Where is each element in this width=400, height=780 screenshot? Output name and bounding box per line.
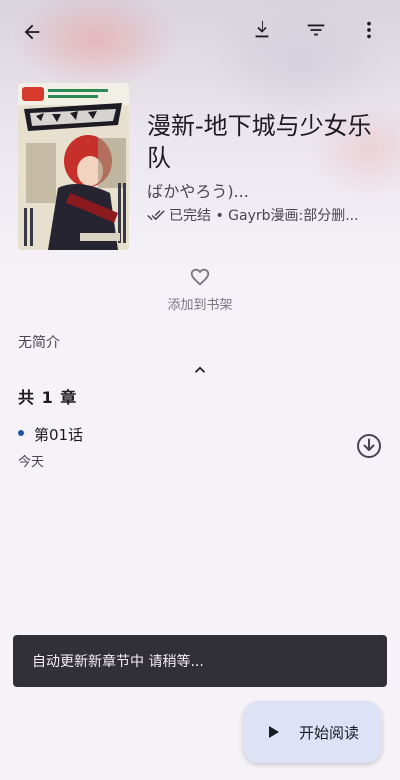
- done-all-icon: [147, 210, 165, 221]
- snackbar-text: 自动更新新章节中 请稍等...: [32, 654, 204, 670]
- download-button[interactable]: [244, 12, 280, 48]
- manga-title: 漫新-地下城与少女乐队: [147, 112, 372, 172]
- collapse-description-button[interactable]: [190, 360, 210, 384]
- manga-description: 无简介: [18, 335, 60, 351]
- chapter-item[interactable]: 第01话 今天: [0, 415, 400, 475]
- filter-icon: [307, 24, 325, 36]
- unread-indicator: [18, 430, 24, 436]
- snackbar: 自动更新新章节中 请稍等...: [13, 635, 387, 687]
- manga-author[interactable]: ばかやろう)...: [147, 178, 387, 202]
- more-options-button[interactable]: [352, 12, 386, 48]
- manga-status-row: 已完结 • Gayrb漫画:部分删...: [147, 205, 387, 225]
- manga-cover-image: [18, 83, 129, 250]
- chapter-count: 共 1 章: [18, 388, 78, 407]
- download-circle-icon: [357, 434, 381, 458]
- chapter-date: 今天: [18, 455, 45, 470]
- heart-outline-icon: [190, 268, 210, 286]
- download-chapter-button[interactable]: [354, 431, 384, 465]
- back-button[interactable]: [14, 14, 50, 50]
- chevron-up-icon: [195, 366, 205, 373]
- add-to-library-label: 添加到书架: [167, 298, 233, 313]
- manga-status-text: 已完结 • Gayrb漫画:部分删...: [169, 208, 359, 224]
- play-icon: [269, 726, 279, 738]
- add-to-library-button[interactable]: 添加到书架: [160, 266, 240, 314]
- manga-cover[interactable]: [18, 83, 129, 250]
- start-reading-label: 开始阅读: [299, 723, 360, 742]
- arrow-back-icon: [24, 24, 40, 40]
- chapter-title: 第01话: [34, 426, 84, 444]
- more-vert-icon: [367, 21, 371, 39]
- download-icon: [255, 20, 269, 38]
- start-reading-button[interactable]: 开始阅读: [243, 701, 382, 763]
- filter-button[interactable]: [298, 12, 334, 48]
